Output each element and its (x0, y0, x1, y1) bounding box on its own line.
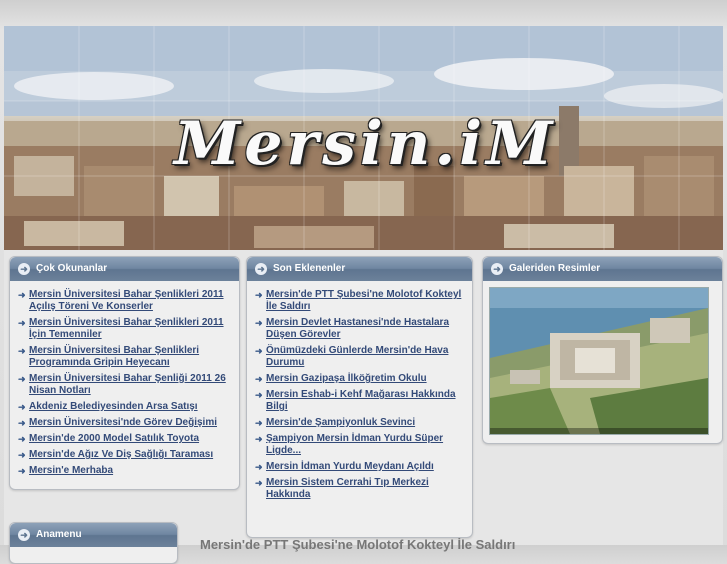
recent-link[interactable]: Şampiyon Mersin İdman Yurdu Süper Ligde.… (266, 433, 443, 456)
bullet-icon: ➜ (255, 346, 263, 356)
most-read-link[interactable]: Mersin Üniversitesi Bahar Şenliği 2011 2… (29, 373, 226, 396)
list-item: ➜ Mersin Üniversitesi Bahar Şenlikleri 20… (18, 317, 229, 341)
list-item: ➜ Mersin Üniversitesi Bahar Şenlikleri Pr… (18, 345, 229, 369)
most-read-box: ➜ Çok Okunanlar ➜ Mersin Üniversitesi Bah… (9, 256, 240, 490)
arrow-right-icon: ➜ (491, 263, 503, 275)
list-item: ➜ Mersin Gazipaşa İlköğretim Okulu (255, 373, 462, 385)
list-item: ➜ Mersin Sistem Cerrahi Tıp Merkezi Hakkı… (255, 477, 462, 501)
main-menu-box: ➜ Anamenu (9, 522, 178, 564)
gallery-title: Galeriden Resimler (509, 263, 601, 274)
list-item: ➜ Mersin İdman Yurdu Meydanı Açıldı (255, 461, 462, 473)
recent-link[interactable]: Mersin Sistem Cerrahi Tıp Merkezi Hakkın… (266, 477, 429, 500)
list-item: ➜ Mersin'de Ağız Ve Diş Sağlığı Taraması (18, 449, 229, 461)
list-item: ➜ Mersin'de Şampiyonluk Sevinci (255, 417, 462, 429)
arrow-right-icon: ➜ (18, 263, 30, 275)
bullet-icon: ➜ (18, 418, 26, 428)
bullet-icon: ➜ (255, 418, 263, 428)
list-item: ➜ Mersin'de 2000 Model Satılık Toyota (18, 433, 229, 445)
most-read-link[interactable]: Akdeniz Belediyesinden Arsa Satışı (29, 401, 198, 412)
bullet-icon: ➜ (255, 318, 263, 328)
most-read-link[interactable]: Mersin Üniversitesi Bahar Şenlikleri Pro… (29, 345, 199, 368)
gallery-box: ➜ Galeriden Resimler (482, 256, 723, 444)
arrow-right-icon: ➜ (255, 263, 267, 275)
bullet-icon: ➜ (255, 434, 263, 444)
most-read-header: ➜ Çok Okunanlar (10, 257, 239, 281)
bullet-icon: ➜ (18, 450, 26, 460)
most-read-link[interactable]: Mersin'de Ağız Ve Diş Sağlığı Taraması (29, 449, 213, 460)
bullet-icon: ➜ (18, 434, 26, 444)
recent-link[interactable]: Mersin Eshab-i Kehf Mağarası Hakkında Bi… (266, 389, 456, 412)
most-read-title: Çok Okunanlar (36, 263, 108, 274)
most-read-link[interactable]: Mersin'de 2000 Model Satılık Toyota (29, 433, 199, 444)
bullet-icon: ➜ (255, 462, 263, 472)
bullet-icon: ➜ (18, 402, 26, 412)
list-item: ➜ Mersin'e Merhaba (18, 465, 229, 477)
recent-link[interactable]: Mersin Gazipaşa İlköğretim Okulu (266, 373, 427, 384)
recent-header: ➜ Son Eklenenler (247, 257, 472, 281)
list-item: ➜ Şampiyon Mersin İdman Yurdu Süper Ligde… (255, 433, 462, 457)
recent-link[interactable]: Mersin Devlet Hastanesi'nde Hastalara Dü… (266, 317, 449, 340)
recent-title: Son Eklenenler (273, 263, 346, 274)
bullet-icon: ➜ (255, 478, 263, 488)
most-read-link[interactable]: Mersin Üniversitesi'nde Görev Değişimi (29, 417, 217, 428)
bullet-icon: ➜ (18, 290, 26, 300)
list-item: ➜ Önümüzdeki Günlerde Mersin'de Hava Duru… (255, 345, 462, 369)
bullet-icon: ➜ (255, 290, 263, 300)
bullet-icon: ➜ (255, 390, 263, 400)
most-read-link[interactable]: Mersin Üniversitesi Bahar Şenlikleri 201… (29, 317, 224, 340)
recent-link[interactable]: Önümüzdeki Günlerde Mersin'de Hava Durum… (266, 345, 448, 368)
list-item: ➜ Mersin Üniversitesi Bahar Şenlikleri 20… (18, 289, 229, 313)
bullet-icon: ➜ (18, 346, 26, 356)
bullet-icon: ➜ (18, 318, 26, 328)
recent-link[interactable]: Mersin'de PTT Şubesi'ne Molotof Kokteyl … (266, 289, 461, 312)
bullet-icon: ➜ (18, 466, 26, 476)
gallery-photo[interactable] (489, 287, 709, 435)
main-menu-title: Anamenu (36, 529, 82, 540)
bullet-icon: ➜ (255, 374, 263, 384)
list-item: ➜ Mersin Devlet Hastanesi'nde Hastalara D… (255, 317, 462, 341)
list-item: ➜ Mersin'de PTT Şubesi'ne Molotof Kokteyl… (255, 289, 462, 313)
recent-box: ➜ Son Eklenenler ➜ Mersin'de PTT Şubesi'n… (246, 256, 473, 538)
most-read-link[interactable]: Mersin'e Merhaba (29, 465, 113, 476)
recent-link[interactable]: Mersin İdman Yurdu Meydanı Açıldı (266, 461, 434, 472)
most-read-link[interactable]: Mersin Üniversitesi Bahar Şenlikleri 201… (29, 289, 224, 312)
site-logo[interactable]: Mersin.iM (174, 104, 564, 184)
bullet-icon: ➜ (18, 374, 26, 384)
coastal-building-photo (490, 288, 708, 434)
most-read-list: ➜ Mersin Üniversitesi Bahar Şenlikleri 20… (10, 281, 239, 477)
main-menu-header: ➜ Anamenu (10, 523, 177, 547)
arrow-right-icon: ➜ (18, 529, 30, 541)
recent-link[interactable]: Mersin'de Şampiyonluk Sevinci (266, 417, 415, 428)
list-item: ➜ Mersin Üniversitesi Bahar Şenliği 2011 … (18, 373, 229, 397)
header-banner: Mersin.iM (4, 26, 723, 250)
page: Mersin.iM ➜ Çok Okunanlar ➜ Mersin Üniver… (4, 26, 723, 564)
list-item: ➜ Mersin Eshab-i Kehf Mağarası Hakkında B… (255, 389, 462, 413)
list-item: ➜ Mersin Üniversitesi'nde Görev Değişimi (18, 417, 229, 429)
recent-list: ➜ Mersin'de PTT Şubesi'ne Molotof Kokteyl… (247, 281, 472, 501)
gallery-header: ➜ Galeriden Resimler (483, 257, 722, 281)
list-item: ➜ Akdeniz Belediyesinden Arsa Satışı (18, 401, 229, 413)
